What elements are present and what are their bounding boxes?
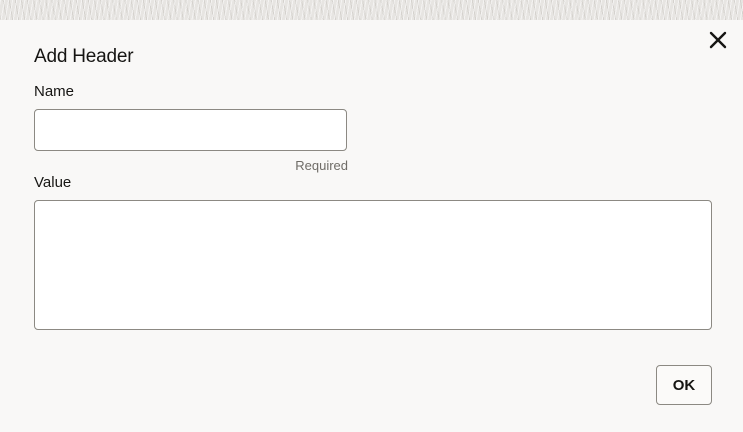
dialog-title: Add Header bbox=[34, 46, 134, 67]
value-textarea[interactable] bbox=[34, 200, 712, 330]
close-icon bbox=[709, 31, 727, 54]
add-header-dialog: Add Header Name Required Value OK bbox=[0, 20, 743, 432]
value-label: Value bbox=[34, 174, 72, 191]
name-label: Name bbox=[34, 83, 75, 100]
page: Add Header Name Required Value OK bbox=[0, 0, 743, 432]
close-button[interactable] bbox=[705, 29, 731, 55]
name-input[interactable] bbox=[34, 109, 347, 151]
ok-button[interactable]: OK bbox=[656, 365, 712, 405]
name-required-hint: Required bbox=[295, 158, 348, 173]
background-texture-strip bbox=[0, 0, 743, 20]
